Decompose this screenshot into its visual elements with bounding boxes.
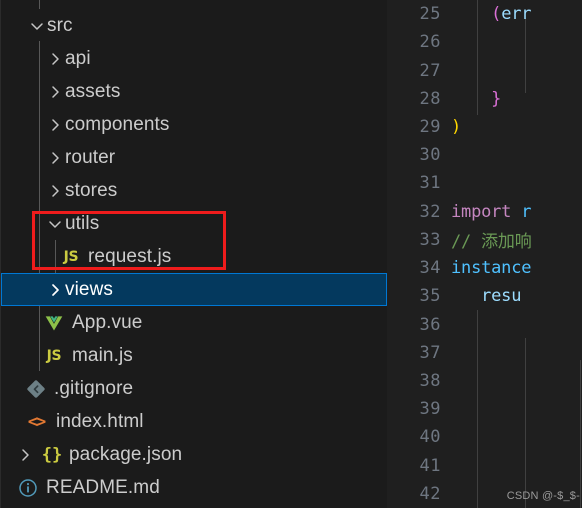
line-number: 37	[419, 342, 441, 363]
json-file-icon: {}	[41, 444, 63, 465]
code-line: 32 import r	[387, 198, 582, 226]
file-tree: src api assets components router stores …	[1, 0, 387, 504]
code-lines: 25 (err 26 27 28 } 29 ) 30 31 32 import …	[387, 0, 582, 508]
line-number: 30	[419, 145, 441, 166]
line-number: 26	[419, 32, 441, 53]
tree-row-views[interactable]: views	[1, 273, 387, 306]
line-content: import r	[451, 201, 532, 222]
tree-item-label: utils	[65, 212, 100, 234]
line-number: 41	[419, 455, 441, 476]
tree-item-label: src	[47, 14, 73, 36]
info-file-icon	[15, 471, 41, 504]
line-number: 27	[419, 60, 441, 81]
line-number: 34	[419, 258, 441, 279]
watermark-text: CSDN @-$_$-	[506, 490, 580, 502]
code-line: 34 instance	[387, 254, 582, 282]
code-line: 28 }	[387, 85, 582, 113]
tree-item-label: router	[65, 146, 116, 168]
tree-item-label: components	[65, 113, 170, 135]
line-number: 31	[419, 173, 441, 194]
javascript-file-icon: JS	[63, 248, 79, 265]
code-line: 30	[387, 141, 582, 169]
code-line: 35 resu	[387, 282, 582, 310]
tree-item-label: views	[65, 278, 114, 300]
chevron-right-icon[interactable]	[45, 108, 65, 141]
javascript-file-icon: JS	[46, 347, 62, 364]
line-number: 32	[419, 201, 441, 222]
code-line: 37	[387, 339, 582, 367]
tree-row-utils[interactable]: utils	[1, 207, 387, 240]
editor-pane[interactable]: 25 (err 26 27 28 } 29 ) 30 31 32 import …	[387, 0, 582, 508]
line-content: }	[451, 88, 502, 109]
tree-row-components[interactable]: components	[1, 108, 387, 141]
line-number: 42	[419, 483, 441, 504]
tree-item-label: index.html	[56, 410, 144, 432]
line-content: instance	[451, 258, 532, 279]
tree-item-label: stores	[65, 179, 118, 201]
line-content: // 添加响	[451, 232, 532, 253]
code-line: 38	[387, 367, 582, 395]
code-line: 39	[387, 395, 582, 423]
code-line: 25 (err	[387, 0, 582, 28]
tree-item-label: main.js	[72, 344, 133, 366]
chevron-right-icon[interactable]	[45, 42, 65, 75]
line-number: 28	[419, 88, 441, 109]
code-line: 26	[387, 28, 582, 56]
chevron-right-icon[interactable]	[45, 273, 65, 306]
tree-row-gitignore[interactable]: .gitignore	[1, 372, 387, 405]
tree-row-request-js[interactable]: JS request.js	[1, 240, 387, 273]
line-number: 36	[419, 314, 441, 335]
code-line: 40	[387, 423, 582, 451]
chevron-down-icon[interactable]	[27, 9, 47, 42]
tree-item-label: package.json	[69, 443, 183, 465]
indent-guide-clipped	[39, 0, 40, 9]
line-number: 29	[419, 116, 441, 137]
code-line: 41	[387, 452, 582, 480]
line-number: 38	[419, 370, 441, 391]
tree-row-main-js[interactable]: JS main.js	[1, 339, 387, 372]
tree-item-label: .gitignore	[54, 377, 134, 399]
vscode-window: src api assets components router stores …	[0, 0, 582, 508]
code-line: 29 )	[387, 113, 582, 141]
tree-item-label: App.vue	[72, 311, 143, 333]
tree-item-label: request.js	[88, 245, 172, 267]
tree-row-router[interactable]: router	[1, 141, 387, 174]
tree-item-label: assets	[65, 80, 121, 102]
code-line: 31	[387, 169, 582, 197]
chevron-right-icon[interactable]	[45, 174, 65, 207]
tree-row-api[interactable]: api	[1, 42, 387, 75]
tree-item-label: api	[65, 47, 91, 69]
line-number: 39	[419, 399, 441, 420]
line-content: )	[451, 116, 462, 137]
line-number: 35	[419, 286, 441, 307]
vue-file-icon	[41, 306, 67, 339]
tree-row-stores[interactable]: stores	[1, 174, 387, 207]
tree-item-label: README.md	[46, 476, 160, 498]
git-file-icon	[23, 372, 49, 405]
tree-row-app-vue[interactable]: App.vue	[1, 306, 387, 339]
code-line: 27	[387, 56, 582, 84]
tree-row-readme-md[interactable]: README.md	[1, 471, 387, 504]
line-number: 40	[419, 427, 441, 448]
tree-row-assets[interactable]: assets	[1, 75, 387, 108]
tree-row-index-html[interactable]: <> index.html	[1, 405, 387, 438]
explorer-pane: src api assets components router stores …	[0, 0, 387, 508]
html-file-icon: <>	[27, 411, 47, 432]
chevron-right-icon[interactable]	[45, 75, 65, 108]
chevron-right-icon[interactable]	[45, 141, 65, 174]
line-number: 33	[419, 229, 441, 250]
chevron-right-icon[interactable]	[15, 438, 35, 471]
tree-row-package-json[interactable]: {} package.json	[1, 438, 387, 471]
line-content: resu	[451, 286, 522, 307]
tree-row-src[interactable]: src	[1, 9, 387, 42]
code-line: 36	[387, 310, 582, 338]
tree-row-clipped	[1, 0, 387, 9]
line-content: (err	[451, 4, 532, 25]
chevron-down-icon[interactable]	[45, 207, 65, 240]
line-number: 25	[419, 4, 441, 25]
code-line: 33 // 添加响	[387, 226, 582, 254]
